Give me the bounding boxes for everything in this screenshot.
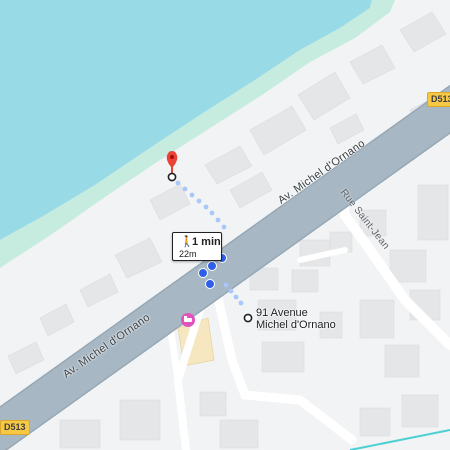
circle-marker-icon bbox=[243, 313, 253, 323]
destination-label[interactable]: 91 Avenue Michel d'Ornano bbox=[256, 307, 336, 331]
road-shield-right: D513 bbox=[427, 92, 450, 107]
walking-time-callout[interactable]: 🚶 1 min 22m bbox=[172, 232, 222, 261]
road-shield-left: D513 bbox=[0, 420, 30, 435]
map-base-layer bbox=[0, 0, 450, 450]
walking-time: 1 min bbox=[192, 236, 221, 248]
map-canvas[interactable]: Av. Michel d'Ornano Av. Michel d'Ornano … bbox=[0, 0, 450, 450]
destination-line-2: Michel d'Ornano bbox=[256, 319, 336, 331]
walking-distance: 22m bbox=[179, 249, 197, 259]
destination-line-1: 91 Avenue bbox=[256, 307, 308, 319]
hotel-icon bbox=[181, 313, 195, 327]
red-map-pin-icon bbox=[166, 151, 178, 182]
